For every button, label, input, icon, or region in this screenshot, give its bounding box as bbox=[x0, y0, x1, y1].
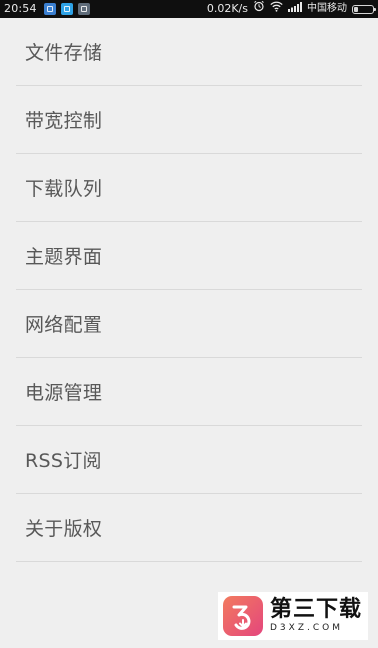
settings-item-bandwidth-control[interactable]: 带宽控制 bbox=[16, 86, 362, 154]
settings-item-label: 关于版权 bbox=[25, 518, 103, 540]
watermark-logo: 第三下载 D3XZ.COM bbox=[218, 592, 368, 640]
download-logo-icon bbox=[222, 595, 264, 637]
wifi-icon bbox=[270, 0, 283, 18]
settings-item-label: 电源管理 bbox=[25, 382, 103, 404]
status-time: 20:54 bbox=[4, 2, 37, 15]
settings-list: 文件存储 带宽控制 下载队列 主题界面 网络配置 电源管理 RSS订阅 关于版权 bbox=[16, 18, 362, 562]
settings-item-label: 文件存储 bbox=[25, 42, 103, 64]
battery-icon bbox=[352, 4, 376, 14]
status-right: 0.02K/s 中国移动 bbox=[206, 0, 376, 18]
settings-item-label: 网络配置 bbox=[25, 314, 103, 336]
status-bar: 20:54 0.02K/s 中国移动 bbox=[0, 0, 378, 18]
settings-item-file-storage[interactable]: 文件存储 bbox=[16, 18, 362, 86]
settings-item-theme[interactable]: 主题界面 bbox=[16, 222, 362, 290]
app-notification-icon bbox=[43, 3, 56, 15]
logo-title: 第三下载 bbox=[270, 597, 363, 622]
network-speed: 0.02K/s bbox=[206, 2, 248, 15]
settings-item-download-queue[interactable]: 下载队列 bbox=[16, 154, 362, 222]
settings-item-label: RSS订阅 bbox=[25, 450, 102, 472]
settings-item-label: 主题界面 bbox=[25, 246, 103, 268]
image-notification-icon bbox=[77, 3, 90, 15]
battery-level bbox=[354, 6, 358, 12]
settings-item-copyright[interactable]: 关于版权 bbox=[16, 494, 362, 562]
settings-item-power[interactable]: 电源管理 bbox=[16, 358, 362, 426]
lock-notification-icon bbox=[60, 3, 73, 15]
carrier-name: 中国移动 bbox=[307, 3, 347, 14]
settings-item-label: 下载队列 bbox=[25, 178, 103, 200]
logo-domain: D3XZ.COM bbox=[270, 623, 343, 633]
logo-text: 第三下载 D3XZ.COM bbox=[270, 598, 362, 634]
settings-item-network[interactable]: 网络配置 bbox=[16, 290, 362, 358]
status-left: 20:54 bbox=[4, 0, 90, 18]
signal-icon bbox=[288, 0, 302, 18]
settings-item-rss[interactable]: RSS订阅 bbox=[16, 426, 362, 494]
settings-item-label: 带宽控制 bbox=[25, 110, 103, 132]
alarm-icon bbox=[253, 0, 265, 18]
